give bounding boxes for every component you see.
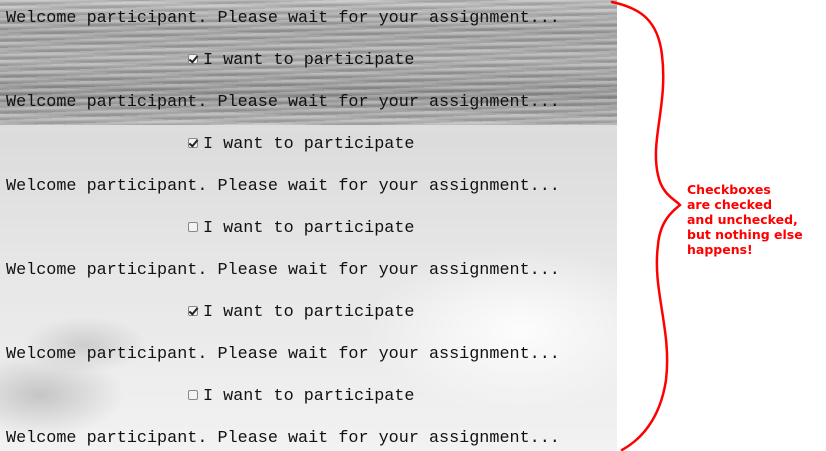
welcome-message: Welcome participant. Please wait for you… bbox=[6, 93, 560, 112]
page-background: Welcome participant. Please wait for you… bbox=[0, 0, 617, 451]
participate-checkbox[interactable] bbox=[188, 54, 198, 64]
participate-checkbox-label[interactable]: I want to participate bbox=[188, 301, 414, 325]
welcome-message: Welcome participant. Please wait for you… bbox=[6, 429, 560, 448]
participate-checkbox[interactable] bbox=[188, 306, 198, 316]
participate-row: I want to participate bbox=[0, 49, 617, 73]
annotation-line: Checkboxes bbox=[687, 182, 771, 197]
participate-checkbox-label[interactable]: I want to participate bbox=[188, 49, 414, 73]
participate-checkbox-label[interactable]: I want to participate bbox=[188, 217, 414, 241]
annotation-line: but nothing else bbox=[687, 227, 803, 242]
welcome-message: Welcome participant. Please wait for you… bbox=[6, 345, 560, 364]
participate-row: I want to participate bbox=[0, 385, 617, 409]
participate-label: I want to participate bbox=[203, 51, 415, 70]
participate-checkbox[interactable] bbox=[188, 390, 198, 400]
participate-row: I want to participate bbox=[0, 133, 617, 157]
annotation-line: and unchecked, bbox=[687, 212, 798, 227]
participate-row: I want to participate bbox=[0, 301, 617, 325]
participate-label: I want to participate bbox=[203, 387, 415, 406]
participate-label: I want to participate bbox=[203, 219, 415, 238]
welcome-message: Welcome participant. Please wait for you… bbox=[6, 261, 560, 280]
participate-checkbox-label[interactable]: I want to participate bbox=[188, 385, 414, 409]
annotation-line: are checked bbox=[687, 197, 773, 212]
welcome-message: Welcome participant. Please wait for you… bbox=[6, 177, 560, 196]
participate-label: I want to participate bbox=[203, 135, 415, 154]
participate-label: I want to participate bbox=[203, 303, 415, 322]
participate-checkbox[interactable] bbox=[188, 222, 198, 232]
welcome-message: Welcome participant. Please wait for you… bbox=[6, 9, 560, 28]
participate-checkbox-label[interactable]: I want to participate bbox=[188, 133, 414, 157]
curly-brace-annotation bbox=[610, 0, 682, 451]
annotation-note: Checkboxes are checked and unchecked, bu… bbox=[687, 182, 822, 257]
participate-checkbox[interactable] bbox=[188, 138, 198, 148]
participate-row: I want to participate bbox=[0, 217, 617, 241]
annotation-line: happens! bbox=[687, 242, 753, 257]
